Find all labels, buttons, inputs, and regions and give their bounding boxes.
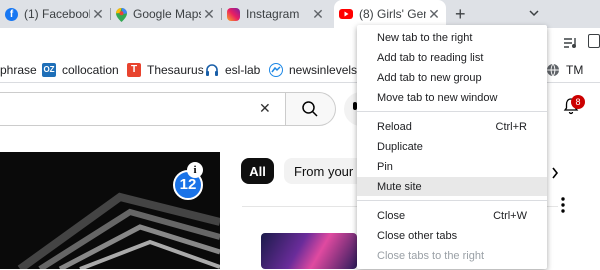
tab-youtube[interactable]: (8) Girls' Generation ✕: [334, 0, 446, 28]
video-thumbnail[interactable]: [261, 233, 357, 269]
search-button[interactable]: [286, 92, 336, 126]
bookmark-label: collocation: [62, 63, 119, 77]
menu-item-move-tab-to-new-window[interactable]: Move tab to new window: [357, 88, 547, 107]
new-tab-button[interactable]: +: [455, 4, 466, 25]
menu-item-duplicate[interactable]: Duplicate: [357, 137, 547, 156]
tab-title: (8) Girls' Generation: [359, 7, 426, 21]
notification-count-badge: 8: [571, 95, 585, 109]
bookmark-tm[interactable]: TM: [546, 61, 583, 79]
side-panel-icon[interactable]: [588, 34, 600, 48]
tab-close-icon[interactable]: ✕: [426, 6, 442, 23]
menu-item-new-tab-to-the-right[interactable]: New tab to the right: [357, 28, 547, 47]
menu-item-add-tab-to-reading-list[interactable]: Add tab to reading list: [357, 48, 547, 67]
headphones-icon: [205, 63, 219, 77]
menu-item-label: Close other tabs: [377, 229, 458, 242]
menu-item-reload[interactable]: Reload Ctrl+R: [357, 117, 547, 136]
oz-icon: OZ: [42, 63, 56, 77]
video-player-thumbnail[interactable]: 12 i: [0, 152, 220, 269]
chip-all[interactable]: All: [241, 158, 274, 184]
menu-item-label: Add tab to reading list: [377, 51, 484, 64]
globe-icon: [546, 63, 560, 77]
bookmark-esl-lab[interactable]: esl-lab: [205, 61, 260, 79]
menu-item-shortcut: Ctrl+R: [495, 120, 527, 133]
tab-google-maps[interactable]: Google Maps ✕: [111, 0, 221, 28]
bookmark-label: Thesaurus: [147, 63, 204, 77]
bookmark-phrase[interactable]: phrase: [0, 61, 37, 79]
menu-item-close-other-tabs[interactable]: Close other tabs: [357, 226, 547, 245]
bookmark-label: newsinlevels: [289, 63, 358, 77]
google-maps-icon: [116, 7, 127, 22]
menu-item-close[interactable]: Close Ctrl+W: [357, 206, 547, 225]
search-icon: [301, 100, 319, 123]
tab-instagram[interactable]: Instagram ✕: [222, 0, 330, 28]
notifications-button[interactable]: 8: [563, 95, 585, 120]
chip-from-your-subscriptions[interactable]: From your s: [284, 158, 364, 184]
tab-close-icon[interactable]: ✕: [310, 6, 326, 23]
thesaurus-icon: T: [127, 63, 141, 77]
bookmark-thesaurus[interactable]: T Thesaurus: [127, 61, 204, 79]
tab-close-icon[interactable]: ✕: [201, 6, 217, 23]
chevron-right-icon[interactable]: [551, 166, 559, 184]
menu-item-label: Add tab to new group: [377, 71, 482, 84]
tab-title: Instagram: [246, 7, 300, 21]
tab-title: (1) Facebook: [24, 7, 90, 21]
tab-close-icon[interactable]: ✕: [90, 6, 106, 23]
instagram-icon: [227, 7, 240, 21]
menu-item-label: Mute site: [377, 180, 422, 193]
info-icon[interactable]: i: [187, 162, 203, 178]
menu-separator: [357, 200, 547, 201]
tab-strip: f (1) Facebook ✕ Google Maps ✕ Instagram…: [0, 0, 600, 28]
bookmark-label: phrase: [0, 63, 37, 77]
menu-item-pin[interactable]: Pin: [357, 157, 547, 176]
clear-search-icon[interactable]: ✕: [259, 100, 271, 117]
menu-item-label: Duplicate: [377, 140, 423, 153]
menu-item-label: New tab to the right: [377, 31, 473, 44]
menu-item-add-tab-to-new-group[interactable]: Add tab to new group: [357, 68, 547, 87]
more-options-icon[interactable]: [561, 197, 565, 218]
tab-title: Google Maps: [133, 7, 201, 21]
tab-search-icon[interactable]: [528, 6, 540, 24]
menu-item-label: Close tabs to the right: [377, 249, 485, 262]
menu-item-close-tabs-to-the-right: Close tabs to the right: [357, 246, 547, 265]
menu-item-label: Reload: [377, 120, 412, 133]
tab-facebook[interactable]: f (1) Facebook ✕: [0, 0, 110, 28]
tab-context-menu: New tab to the right Add tab to reading …: [357, 25, 547, 269]
menu-item-label: Close: [377, 209, 406, 222]
newsinlevels-icon: [269, 63, 283, 77]
reading-list-icon[interactable]: [564, 36, 578, 54]
menu-item-label: Pin: [377, 160, 393, 173]
menu-item-label: Move tab to new window: [377, 91, 498, 104]
facebook-icon: f: [5, 7, 18, 21]
menu-item-shortcut: Ctrl+W: [493, 209, 527, 222]
menu-separator: [357, 111, 547, 112]
bookmark-label: TM: [566, 63, 584, 77]
menu-item-mute-site[interactable]: Mute site: [357, 177, 547, 196]
bookmark-collocation[interactable]: OZ collocation: [42, 61, 119, 79]
youtube-search-input[interactable]: [0, 92, 286, 126]
bookmark-label: esl-lab: [225, 63, 261, 77]
youtube-icon: [339, 9, 353, 19]
bookmark-newsinlevels[interactable]: newsinlevels: [269, 61, 357, 79]
